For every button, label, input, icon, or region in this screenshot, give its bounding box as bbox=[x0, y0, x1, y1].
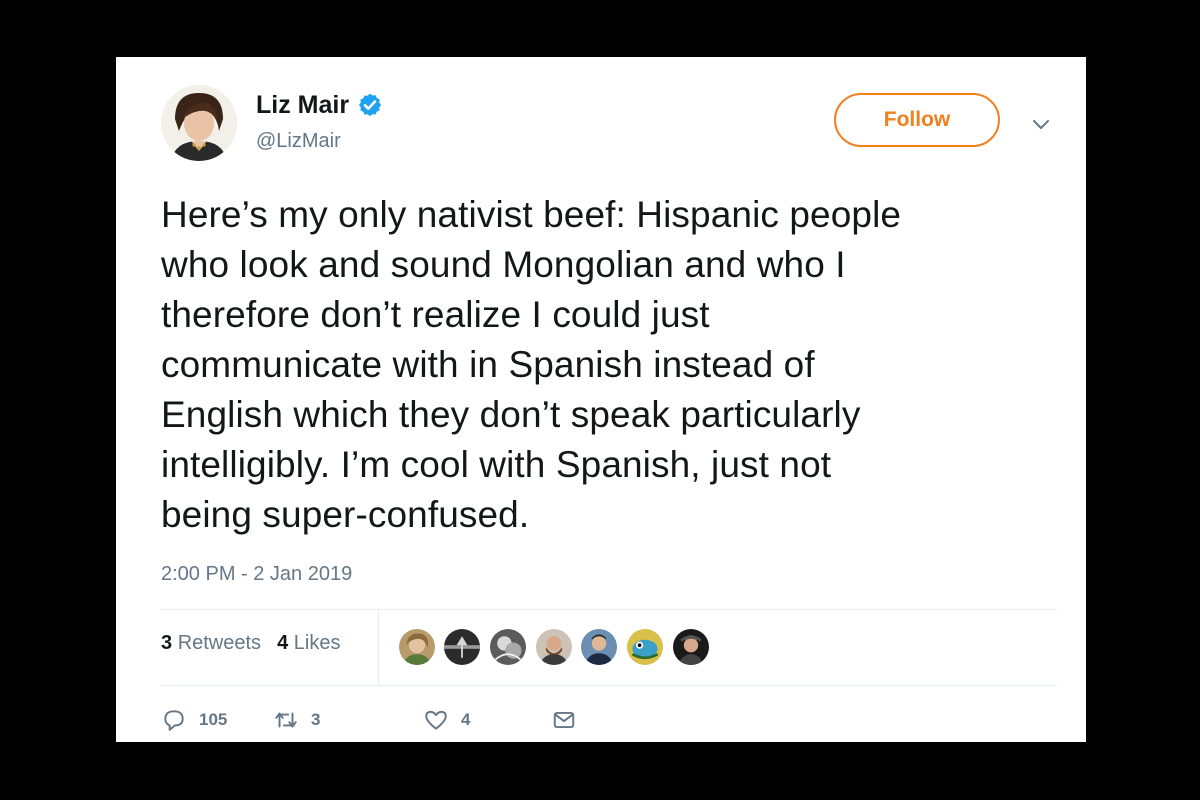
like-count: 4 bbox=[461, 710, 471, 729]
reply-count: 105 bbox=[199, 710, 228, 729]
retweets-count: 3 bbox=[161, 632, 173, 654]
tweet-text-line: Here’s my only nativist beef: Hispanic p… bbox=[161, 194, 902, 235]
author-avatar[interactable] bbox=[161, 85, 237, 161]
message-icon bbox=[553, 711, 575, 729]
chevron-down-icon[interactable] bbox=[1030, 113, 1052, 135]
message-action[interactable] bbox=[551, 707, 577, 733]
reply-icon bbox=[164, 710, 184, 731]
tweet-card: Liz Mair @LizMair Follow Here’s my only … bbox=[116, 57, 1086, 742]
liker-avatar[interactable] bbox=[534, 627, 574, 667]
author-handle[interactable]: @LizMair bbox=[256, 130, 341, 153]
heart-icon bbox=[425, 710, 447, 730]
divider bbox=[161, 609, 1057, 610]
tweet-text-line: communicate with in Spanish instead of bbox=[161, 344, 815, 385]
follow-button[interactable]: Follow bbox=[834, 93, 1000, 147]
retweet-action[interactable]: 3 bbox=[273, 707, 320, 733]
author-name-text[interactable]: Liz Mair bbox=[256, 90, 349, 120]
stats-divider bbox=[378, 609, 379, 685]
author-name[interactable]: Liz Mair bbox=[256, 90, 383, 120]
likes-label: Likes bbox=[293, 632, 341, 654]
liker-avatar[interactable] bbox=[442, 627, 482, 667]
tweet-timestamp[interactable]: 2:00 PM - 2 Jan 2019 bbox=[161, 563, 352, 586]
tweet-text-line: intelligibly. I’m cool with Spanish, jus… bbox=[161, 444, 832, 485]
liker-avatar[interactable] bbox=[397, 627, 437, 667]
liker-avatar[interactable] bbox=[671, 627, 711, 667]
tweet-text-line: English which they don’t speak particula… bbox=[161, 394, 861, 435]
tweet-stats: 3 Retweets 4 Likes bbox=[161, 632, 340, 655]
tweet-text: Here’s my only nativist beef: Hispanic p… bbox=[161, 190, 1061, 540]
liker-avatar[interactable] bbox=[625, 627, 665, 667]
tweet-text-line: being super-confused. bbox=[161, 494, 530, 535]
verified-badge-icon bbox=[359, 93, 382, 117]
retweet-icon bbox=[275, 712, 297, 728]
liker-avatar[interactable] bbox=[579, 627, 619, 667]
like-action[interactable]: 4 bbox=[423, 707, 470, 733]
retweets-label: Retweets bbox=[177, 632, 262, 654]
divider bbox=[161, 685, 1057, 686]
liker-avatar[interactable] bbox=[488, 627, 528, 667]
retweet-count: 3 bbox=[311, 710, 321, 729]
retweets-stat[interactable]: 3 Retweets bbox=[161, 632, 261, 655]
likes-count: 4 bbox=[277, 632, 289, 654]
tweet-text-line: therefore don’t realize I could just bbox=[161, 294, 710, 335]
likes-stat[interactable]: 4 Likes bbox=[277, 632, 340, 655]
tweet-text-line: who look and sound Mongolian and who I bbox=[161, 244, 846, 285]
reply-action[interactable]: 105 bbox=[161, 707, 227, 733]
